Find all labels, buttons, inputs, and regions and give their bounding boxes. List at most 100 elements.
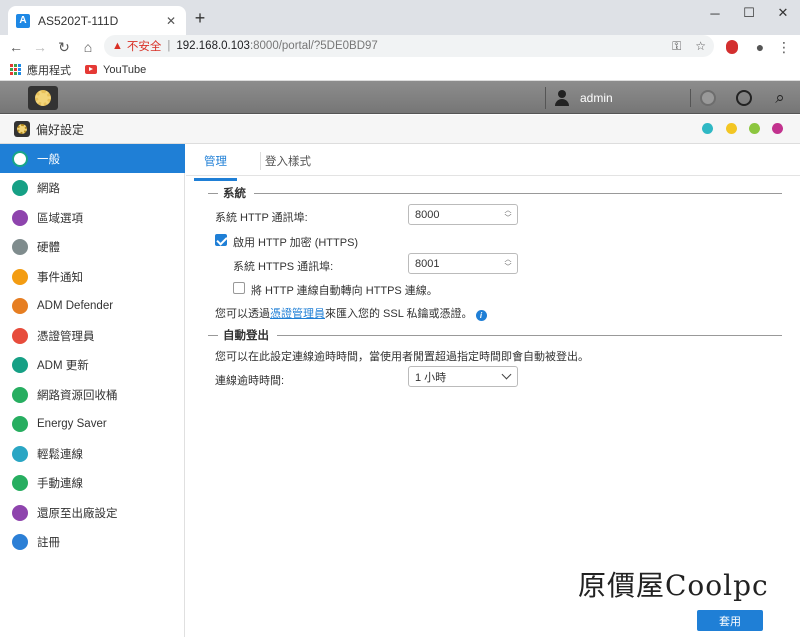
preferences-gear-icon: [14, 121, 30, 137]
not-secure-label: 不安全: [126, 41, 162, 53]
bookmark-star-icon[interactable]: ☆: [695, 39, 706, 54]
forward-icon[interactable]: →: [30, 37, 50, 57]
https-enable-label: 啟用 HTTP 加密 (HTTPS): [233, 237, 359, 249]
browser-toolbar: ← → ↻ ⌂ ▲ 不安全 | 192.168.0.103:8000/porta…: [0, 35, 800, 59]
https-redirect-checkbox[interactable]: [233, 282, 245, 294]
tab-close-icon[interactable]: ✕: [164, 14, 178, 28]
bookmarks-bar: 應用程式 YouTube: [0, 59, 800, 81]
sidebar-item-label: ADM 更新: [37, 360, 89, 372]
sidebar-item-label: Energy Saver: [37, 418, 107, 430]
browser-tab-strip: A AS5202T-111D ✕ + ─ ☐ ✕: [0, 0, 800, 35]
info-icon[interactable]: i: [475, 310, 487, 321]
https-redirect-label: 將 HTTP 連線自動轉向 HTTPS 連線。: [251, 285, 438, 297]
https-port-stepper[interactable]: ︿ ﹀: [503, 256, 513, 271]
http-port-input[interactable]: 8000 ︿ ﹀: [408, 204, 518, 225]
back-icon[interactable]: ←: [6, 37, 26, 57]
http-port-stepper[interactable]: ︿ ﹀: [503, 207, 513, 222]
notification-icon[interactable]: [698, 88, 718, 108]
sidebar-item-label: 輕鬆連線: [37, 448, 83, 461]
window-dot-maximize[interactable]: [749, 123, 760, 134]
restore-icon: [12, 504, 28, 521]
sidebar-item-label: 還原至出廠設定: [37, 507, 118, 520]
http-port-label: 系統 HTTP 通訊埠:: [215, 212, 308, 224]
sidebar-item[interactable]: 輕鬆連線: [0, 439, 185, 468]
sidebar-item-label: 一般: [37, 153, 60, 166]
tab-management[interactable]: 管理: [194, 150, 237, 181]
preferences-window-header: 偏好設定: [0, 115, 800, 144]
sidebar-item[interactable]: 一般: [0, 144, 185, 173]
home-icon[interactable]: ⌂: [78, 37, 98, 57]
sidebar-item[interactable]: ADM Defender: [0, 292, 185, 321]
address-bar[interactable]: ▲ 不安全 | 192.168.0.103:8000/portal/?5DE0B…: [104, 35, 714, 57]
browser-tab[interactable]: A AS5202T-111D ✕: [8, 6, 186, 35]
apps-grid-icon: [10, 64, 21, 75]
recycle-bin-icon: [12, 386, 28, 403]
system-section-heading: 系統: [208, 185, 782, 201]
sidebar-item[interactable]: ADM 更新: [0, 351, 185, 380]
maximize-icon[interactable]: ☐: [732, 0, 766, 26]
region-icon: [12, 209, 28, 226]
close-window-icon[interactable]: ✕: [766, 0, 800, 26]
window-dot-minimize[interactable]: [726, 123, 737, 134]
sidebar-item-label: 憑證管理員: [37, 330, 95, 343]
chevron-down-icon: [501, 369, 512, 380]
settings-app-button[interactable]: [28, 86, 58, 110]
sidebar-item[interactable]: 網路資源回收桶: [0, 380, 185, 409]
certificate-manager-link[interactable]: 憑證管理員: [270, 308, 325, 320]
preferences-sidebar: 一般網路區域選項硬體事件通知 ADM Defender 憑證管理員 ADM 更新網路資…: [0, 144, 185, 637]
bookmark-youtube[interactable]: YouTube: [85, 64, 146, 76]
settings-tabs: 管理 登入樣式: [194, 150, 349, 181]
sidebar-item[interactable]: 硬體: [0, 233, 185, 262]
timeout-select[interactable]: 1 小時: [408, 366, 518, 387]
general-icon: [12, 150, 28, 167]
dashboard-gauge-icon[interactable]: [734, 88, 754, 108]
sidebar-item-label: 手動連線: [37, 478, 83, 490]
extension-icon[interactable]: [722, 37, 742, 57]
gear-icon: [35, 90, 51, 106]
key-icon[interactable]: ⚿: [672, 39, 681, 54]
search-icon[interactable]: ⌕: [770, 88, 790, 108]
sidebar-item-label: 區域選項: [37, 212, 83, 225]
update-icon: [12, 357, 28, 373]
adm-taskbar: admin ⌕: [0, 81, 800, 114]
auto-logout-section-heading: 自動登出: [208, 327, 782, 343]
sidebar-item[interactable]: 手動連線: [0, 469, 185, 498]
preferences-main-panel: 管理 登入樣式 系統 系統 HTTP 通訊埠: 8000 ︿ ﹀ 啟用 HTTP …: [186, 144, 800, 637]
profile-icon[interactable]: ●: [750, 37, 770, 57]
sidebar-item-label: ADM Defender: [37, 300, 114, 312]
reload-icon[interactable]: ↻: [54, 37, 74, 57]
hardware-icon: [12, 239, 28, 255]
sidebar-item-label: 網路資源回收桶: [37, 389, 118, 402]
sidebar-item-label: 事件通知: [37, 271, 83, 284]
window-dot-close[interactable]: [772, 123, 783, 134]
tab-title: AS5202T-111D: [38, 13, 119, 28]
sidebar-item[interactable]: 事件通知: [0, 262, 185, 291]
timeout-label: 連線逾時時間:: [215, 375, 285, 387]
sidebar-item[interactable]: Energy Saver: [0, 410, 185, 439]
sidebar-item[interactable]: 網路: [0, 174, 185, 203]
bookmark-apps[interactable]: 應用程式: [10, 62, 71, 78]
asustor-favicon-icon: A: [16, 13, 30, 28]
sidebar-item[interactable]: 註冊: [0, 528, 185, 557]
sidebar-item-label: 註冊: [37, 537, 60, 549]
https-port-input[interactable]: 8001 ︿ ﹀: [408, 253, 518, 274]
user-icon: [554, 90, 570, 106]
sidebar-item[interactable]: 還原至出廠設定: [0, 498, 185, 527]
warning-icon: ▲: [112, 40, 123, 52]
url-path: :8000/portal/?5DE0BD97: [249, 40, 378, 52]
menu-kebab-icon[interactable]: ⋮: [774, 37, 794, 57]
energy-icon: [12, 416, 28, 432]
https-port-label: 系統 HTTPS 通訊埠:: [233, 261, 334, 273]
youtube-icon: [85, 65, 97, 74]
user-menu[interactable]: admin: [545, 87, 613, 109]
minimize-icon[interactable]: ─: [698, 0, 732, 26]
tab-login-style[interactable]: 登入樣式: [265, 150, 311, 176]
watermark-logo: 原價屋Coolpc: [578, 569, 769, 602]
sidebar-item[interactable]: 區域選項: [0, 203, 185, 232]
https-enable-checkbox[interactable]: [215, 234, 227, 246]
apply-button[interactable]: 套用: [697, 610, 763, 631]
window-dot-teal[interactable]: [702, 123, 713, 134]
new-tab-button[interactable]: +: [192, 9, 208, 27]
sidebar-item[interactable]: 憑證管理員: [0, 321, 185, 350]
ssl-note: 您可以透過憑證管理員來匯入您的 SSL 私鑰或憑證。 i: [215, 305, 487, 321]
